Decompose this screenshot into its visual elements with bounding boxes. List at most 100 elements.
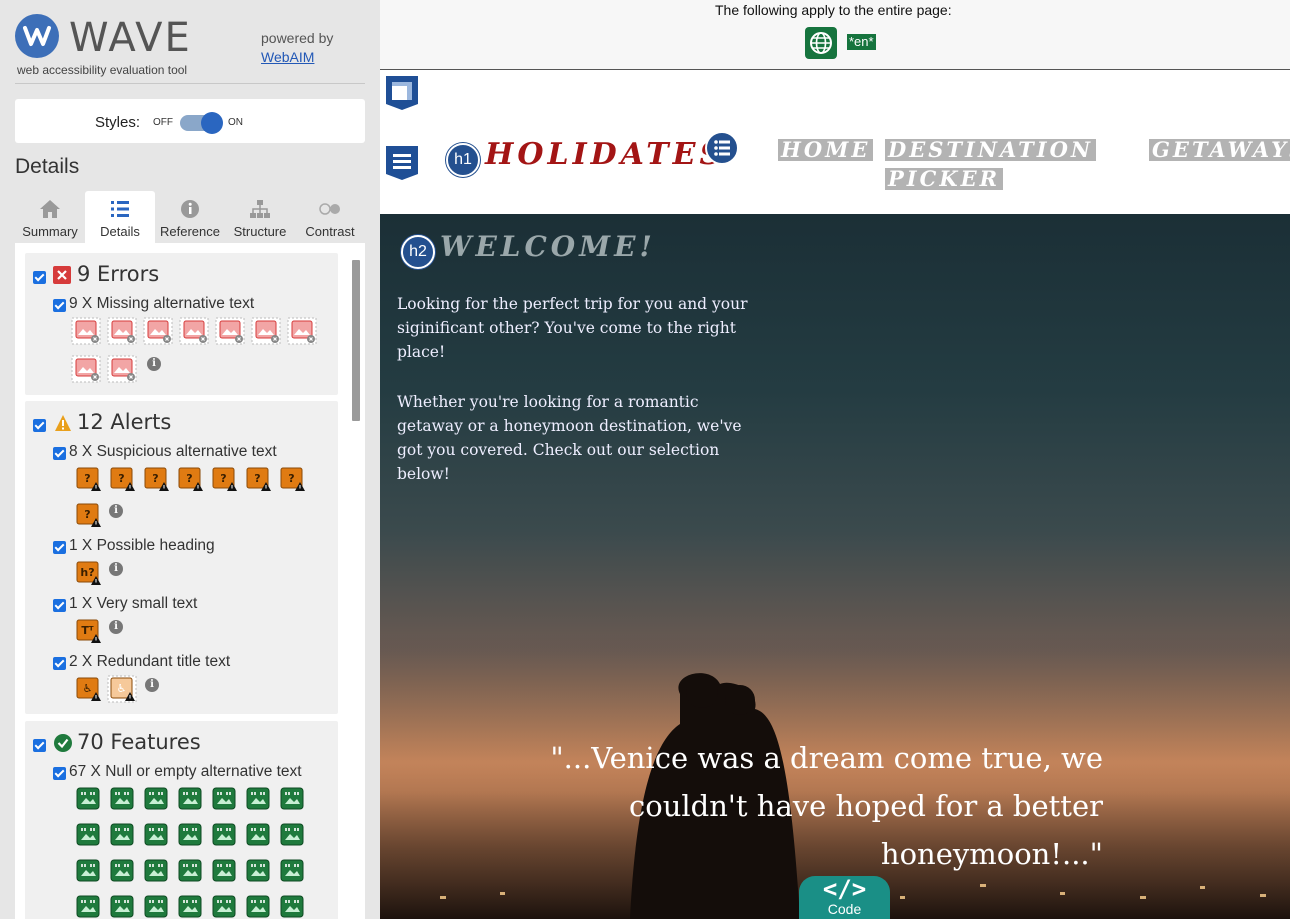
info-icon[interactable]: i [109,504,123,518]
landmark-region-icon[interactable] [384,74,420,112]
nav-destination[interactable]: DESTINATION [885,139,1097,161]
null-alt-image-icon[interactable] [243,785,273,813]
svg-text:?: ? [220,472,226,485]
small-text-icon[interactable]: Tᵀ [73,617,103,645]
alerts-checkbox[interactable] [33,419,46,432]
wave-logo-icon [15,14,59,58]
features-title: 70 Features [77,730,201,754]
missing-alt-image-icon[interactable] [107,317,137,345]
panel-scrollbar[interactable] [352,260,360,421]
possible-heading-icon[interactable]: h? [73,559,103,587]
missing-alt-image-icon[interactable] [143,317,173,345]
null-alt-image-icon[interactable] [107,785,137,813]
missing-alt-image-icon[interactable] [251,317,281,345]
missing-alt-image-icon[interactable] [71,355,101,383]
redundant-title-checkbox[interactable] [53,657,66,670]
nav-picker[interactable]: PICKER [885,168,1004,190]
null-alt-checkbox[interactable] [53,767,66,780]
language-badge[interactable]: *en* [847,34,876,50]
null-alt-image-icon[interactable] [141,785,171,813]
svg-text:?: ? [84,472,90,485]
small-text-checkbox[interactable] [53,599,66,612]
null-alt-image-icon[interactable] [209,857,239,885]
suspicious-alt-icon[interactable]: ? [141,465,171,493]
suspicious-alt-icon[interactable]: ? [243,465,273,493]
missing-alt-image-icon[interactable] [179,317,209,345]
null-alt-image-icon[interactable] [175,857,205,885]
null-alt-label: 67 X Null or empty alternative text [69,763,302,780]
tab-label: Details [100,224,140,239]
null-alt-image-icon[interactable] [209,821,239,849]
null-alt-image-icon[interactable] [141,857,171,885]
styles-toggle-knob[interactable] [201,112,223,134]
language-icon[interactable] [805,27,837,59]
null-alt-image-icon[interactable] [141,893,171,919]
features-checkbox[interactable] [33,739,46,752]
null-alt-image-icon[interactable] [277,893,307,919]
null-alt-image-icon[interactable] [73,893,103,919]
redundant-title-icon[interactable]: ♿ [107,675,137,703]
tab-details[interactable]: Details [85,191,155,243]
landmark-header-icon[interactable] [384,144,420,182]
missing-alt-image-icon[interactable] [71,317,101,345]
h2-badge[interactable]: h2 [401,235,435,269]
possible-heading-checkbox[interactable] [53,541,66,554]
info-icon[interactable]: i [147,357,161,371]
details-panel[interactable]: 9 Errors 9 X Missing alternative text i … [15,243,365,919]
suspicious-alt-icon[interactable]: ? [107,465,137,493]
svg-text:♿: ♿ [83,682,93,695]
null-alt-image-icon[interactable] [277,857,307,885]
info-icon[interactable]: i [145,678,159,692]
error-icon [53,266,71,284]
null-alt-image-icon[interactable] [175,893,205,919]
info-icon[interactable]: i [109,620,123,634]
null-alt-image-icon[interactable] [243,893,273,919]
suspicious-alt-icon[interactable]: ? [277,465,307,493]
null-alt-image-icon[interactable] [277,821,307,849]
null-alt-image-icon[interactable] [73,821,103,849]
info-icon[interactable]: i [109,562,123,576]
null-alt-image-icon[interactable] [73,785,103,813]
hero-section: h2 WELCOME! Looking for the perfect trip… [380,214,1290,919]
null-alt-image-icon[interactable] [107,893,137,919]
missing-alt-image-icon[interactable] [287,317,317,345]
code-toggle-button[interactable]: </> Code [799,876,890,919]
site-brand[interactable]: HOLIDATES [485,137,725,172]
h1-badge[interactable]: h1 [446,143,480,177]
missing-alt-image-icon[interactable] [107,355,137,383]
null-alt-image-icon[interactable] [209,893,239,919]
nav-getaways[interactable]: GETAWAYS [1149,139,1290,161]
nav-home[interactable]: HOME [778,139,874,161]
null-alt-image-icon[interactable] [243,857,273,885]
webaim-link[interactable]: WebAIM [261,49,314,65]
null-alt-image-icon[interactable] [107,821,137,849]
alerts-title: 12 Alerts [77,410,172,434]
null-alt-image-icon[interactable] [277,785,307,813]
null-alt-image-icon[interactable] [209,785,239,813]
svg-text:?: ? [152,472,158,485]
null-alt-image-icon[interactable] [73,857,103,885]
null-alt-image-icon[interactable] [107,857,137,885]
suspicious-alt-icon[interactable]: ? [73,501,103,529]
missing-alt-image-icon[interactable] [215,317,245,345]
home-icon [40,200,60,218]
tab-structure[interactable]: Structure [225,191,295,243]
tab-reference[interactable]: Reference [155,191,225,243]
tab-label: Reference [160,224,220,239]
null-alt-image-icon[interactable] [141,821,171,849]
null-alt-image-icon[interactable] [175,785,205,813]
missing-alt-checkbox[interactable] [53,299,66,312]
redundant-title-icon[interactable]: ♿ [73,675,103,703]
info-icon [181,200,199,218]
null-alt-image-icon[interactable] [243,821,273,849]
suspicious-alt-icon[interactable]: ? [73,465,103,493]
suspicious-alt-icon[interactable]: ? [175,465,205,493]
tab-contrast[interactable]: Contrast [295,191,365,243]
tab-summary[interactable]: Summary [15,191,85,243]
nav-list-icon[interactable] [705,131,739,165]
null-alt-image-icon[interactable] [175,821,205,849]
missing-alt-label: 9 X Missing alternative text [69,295,255,312]
errors-checkbox[interactable] [33,271,46,284]
suspicious-alt-checkbox[interactable] [53,447,66,460]
suspicious-alt-icon[interactable]: ? [209,465,239,493]
